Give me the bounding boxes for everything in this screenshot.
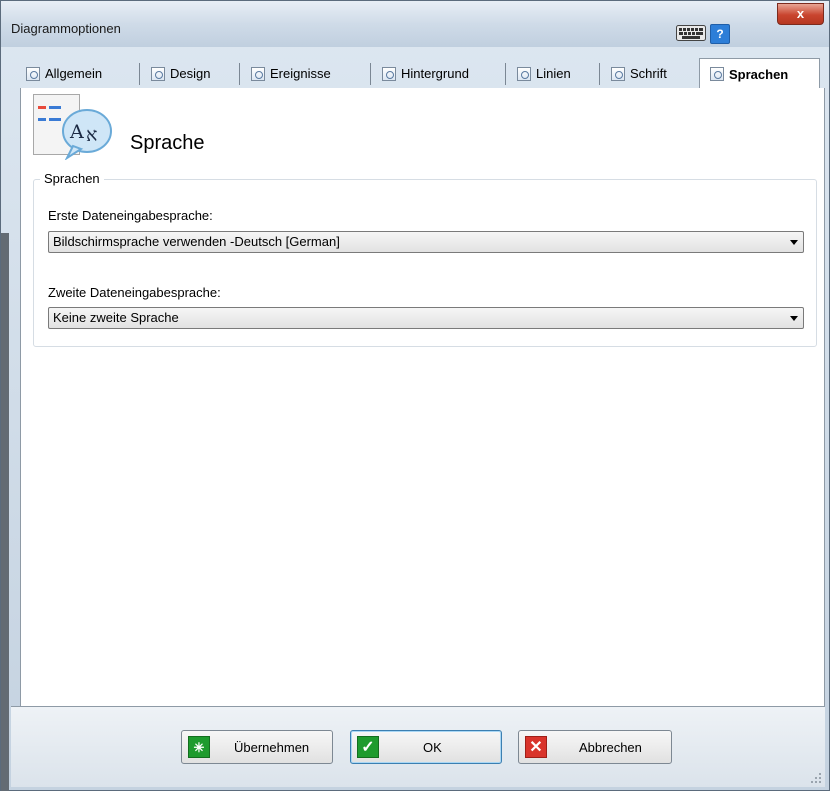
tab-ereignisse[interactable]: Ereignisse — [251, 62, 331, 86]
tab-label: Hintergrund — [401, 66, 469, 81]
dropdown-arrow-icon[interactable] — [790, 240, 798, 245]
tab-label: Schrift — [630, 66, 667, 81]
tab-schrift[interactable]: Schrift — [611, 62, 667, 86]
cancel-label: Abbrechen — [579, 740, 642, 755]
cancel-button[interactable]: ✕ Abbrechen — [518, 730, 672, 764]
window-edge — [1, 233, 9, 791]
tab-linien[interactable]: Linien — [517, 62, 571, 86]
second-language-select[interactable]: Keine zweite Sprache — [48, 307, 804, 329]
tab-allgemein[interactable]: Allgemein — [26, 62, 102, 86]
svg-text:A: A — [69, 121, 84, 143]
tab-separator — [239, 63, 240, 85]
general-settings-icon — [26, 67, 40, 81]
resize-grip-icon[interactable] — [811, 773, 821, 783]
ok-button[interactable]: ✓ OK — [350, 730, 502, 764]
apply-label: Übernehmen — [234, 740, 310, 755]
close-button[interactable]: x — [777, 3, 824, 25]
second-language-value: Keine zweite Sprache — [53, 310, 179, 325]
tab-separator — [139, 63, 140, 85]
tab-label: Sprachen — [729, 66, 789, 82]
tab-sprachen[interactable]: Sprachen — [699, 58, 820, 89]
font-icon — [611, 67, 625, 81]
apply-button[interactable]: ✳ Übernehmen — [181, 730, 333, 764]
ok-label: OK — [423, 740, 442, 755]
tab-hintergrund[interactable]: Hintergrund — [382, 62, 469, 86]
page-title: Sprache — [130, 132, 205, 154]
apply-icon: ✳ — [188, 736, 210, 758]
svg-text:א: א — [86, 124, 97, 146]
dropdown-arrow-icon[interactable] — [790, 316, 798, 321]
title-bar[interactable]: Diagrammoptionen ? x — [1, 1, 829, 47]
dialog-window: Diagrammoptionen ? x Allgemein Design Er… — [0, 0, 830, 791]
window-title: Diagrammoptionen — [11, 21, 121, 36]
first-language-label: Erste Dateneingabesprache: — [48, 208, 213, 223]
language-translation-icon: A א — [33, 94, 112, 160]
events-icon — [251, 67, 265, 81]
tab-label: Design — [170, 66, 211, 81]
tab-separator — [505, 63, 506, 85]
keyboard-icon[interactable] — [676, 25, 706, 41]
second-language-label: Zweite Dateneingabesprache: — [48, 285, 221, 300]
group-legend: Sprachen — [40, 171, 104, 186]
tab-content: A א Sprache Sprachen Erste Dateneingabes… — [20, 88, 825, 706]
languages-icon — [710, 67, 724, 81]
tab-strip: Allgemein Design Ereignisse Hintergrund … — [10, 58, 825, 89]
cancel-x-icon: ✕ — [525, 736, 547, 758]
tab-label: Linien — [536, 66, 571, 81]
first-language-value: Bildschirmsprache verwenden -Deutsch [Ge… — [53, 234, 340, 249]
help-button[interactable]: ? — [710, 24, 730, 44]
tab-separator — [599, 63, 600, 85]
lines-icon — [517, 67, 531, 81]
tab-label: Ereignisse — [270, 66, 331, 81]
tab-separator — [370, 63, 371, 85]
background-icon — [382, 67, 396, 81]
tab-label: Allgemein — [45, 66, 103, 81]
languages-group: Sprachen Erste Dateneingabesprache: Bild… — [33, 171, 817, 347]
design-icon — [151, 67, 165, 81]
first-language-select[interactable]: Bildschirmsprache verwenden -Deutsch [Ge… — [48, 231, 804, 253]
tab-design[interactable]: Design — [151, 62, 210, 86]
checkmark-icon: ✓ — [357, 736, 379, 758]
button-bar: ✳ Übernehmen ✓ OK ✕ Abbrechen — [11, 706, 825, 787]
